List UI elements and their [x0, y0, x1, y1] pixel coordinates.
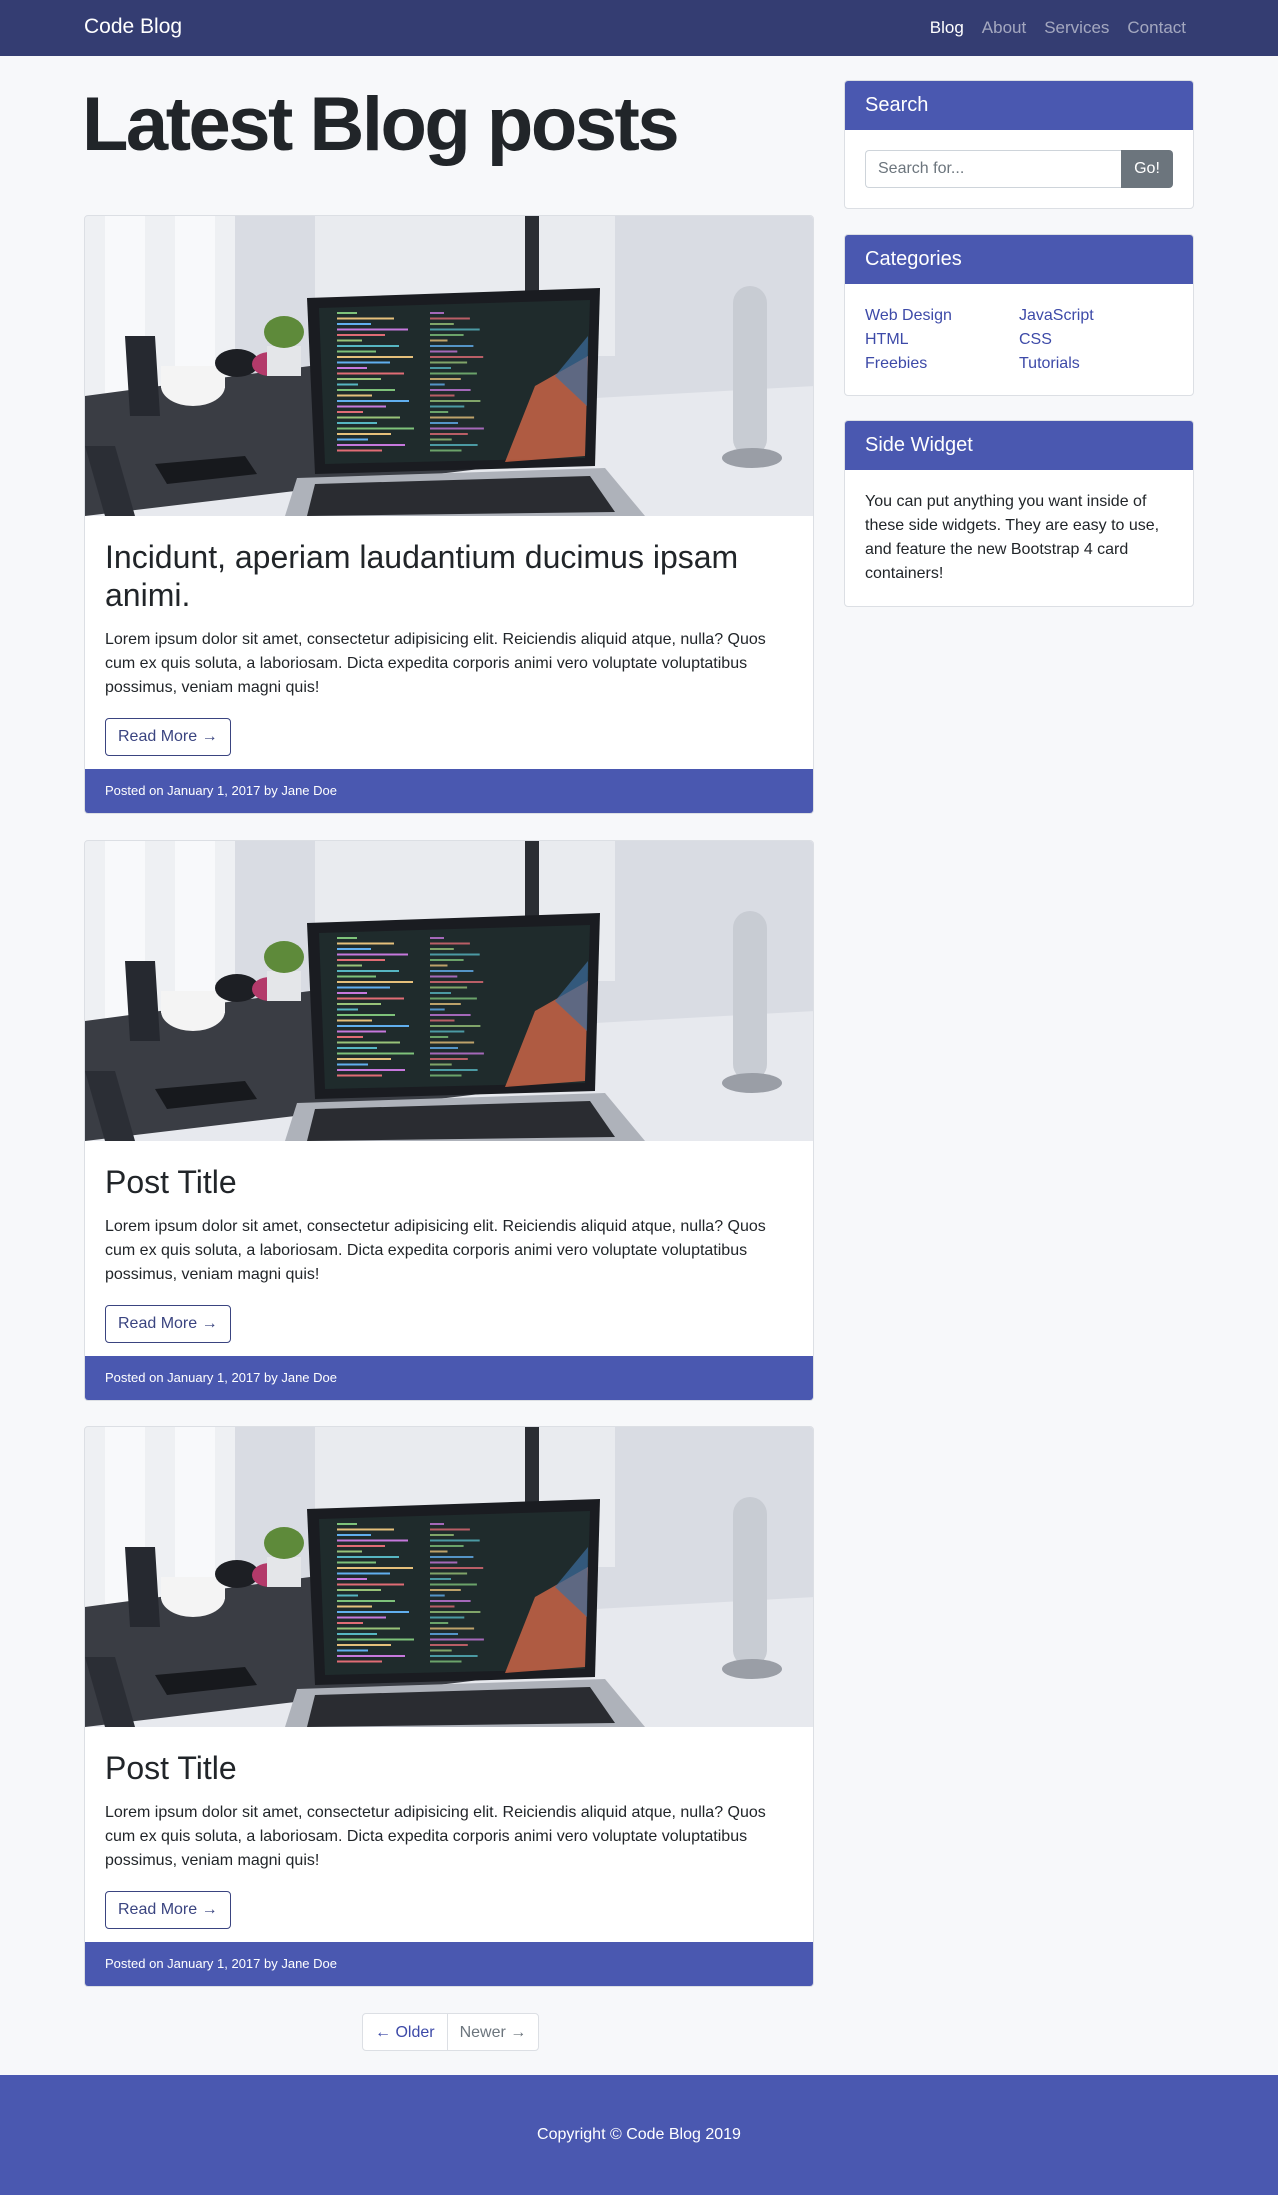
post-card: Post Title Lorem ipsum dolor sit amet, c…	[84, 1426, 814, 1987]
speaker-shape	[733, 911, 767, 1081]
search-widget: Search Go!	[844, 80, 1194, 209]
category-link-web-design[interactable]: Web Design	[865, 304, 1019, 328]
post-body: Incidunt, aperiam laudantium ducimus ips…	[85, 516, 813, 756]
nav-link-about[interactable]: About	[982, 18, 1026, 38]
pagination: ← Older Newer →	[362, 2013, 540, 2051]
side-widget-text: You can put anything you want inside of …	[865, 493, 1160, 582]
side-widget-title: Side Widget	[845, 421, 1193, 470]
side-widget: Side Widget You can put anything you wan…	[844, 420, 1194, 607]
categories-widget: Categories Web Design HTML Freebies Java…	[844, 234, 1194, 396]
category-link-html[interactable]: HTML	[865, 328, 1019, 352]
search-widget-title: Search	[845, 81, 1193, 130]
older-posts-link[interactable]: ← Older	[363, 2014, 447, 2050]
category-link-freebies[interactable]: Freebies	[865, 352, 1019, 376]
plant-pot-shape	[267, 346, 301, 376]
laptop-photo	[85, 841, 813, 1141]
plant-pot-shape	[267, 971, 301, 1001]
category-link-css[interactable]: CSS	[1019, 328, 1173, 352]
speaker-shape	[733, 1497, 767, 1667]
read-more-button[interactable]: Read More →	[105, 1891, 231, 1929]
navbar: Code Blog Blog About Services Contact	[0, 0, 1278, 56]
laptop-photo	[85, 1427, 813, 1727]
nav-link-contact[interactable]: Contact	[1127, 18, 1186, 38]
post-card: Post Title Lorem ipsum dolor sit amet, c…	[84, 840, 814, 1401]
speaker-shape	[733, 286, 767, 456]
post-meta: Posted on January 1, 2017 by Jane Doe	[85, 1942, 813, 1986]
post-image[interactable]	[85, 841, 813, 1141]
category-link-javascript[interactable]: JavaScript	[1019, 304, 1173, 328]
site-footer: Copyright © Code Blog 2019	[0, 2075, 1278, 2195]
post-image[interactable]	[85, 1427, 813, 1727]
post-card: Incidunt, aperiam laudantium ducimus ips…	[84, 215, 814, 814]
read-more-button[interactable]: Read More →	[105, 1305, 231, 1343]
post-excerpt: Lorem ipsum dolor sit amet, consectetur …	[105, 631, 766, 696]
plant-pot-shape	[267, 1557, 301, 1587]
read-more-button[interactable]: Read More →	[105, 718, 231, 756]
newer-posts-link[interactable]: Newer →	[446, 2014, 539, 2050]
post-body: Post Title Lorem ipsum dolor sit amet, c…	[85, 1141, 813, 1343]
post-meta: Posted on January 1, 2017 by Jane Doe	[85, 1356, 813, 1400]
post-title[interactable]: Post Title	[105, 1163, 793, 1201]
post-image[interactable]	[85, 216, 813, 516]
post-meta: Posted on January 1, 2017 by Jane Doe	[85, 769, 813, 813]
categories-widget-title: Categories	[845, 235, 1193, 284]
search-go-button[interactable]: Go!	[1121, 150, 1173, 188]
nav-link-services[interactable]: Services	[1044, 18, 1109, 38]
nav-links: Blog About Services Contact	[912, 18, 1186, 38]
categories-grid: Web Design HTML Freebies JavaScript CSS …	[845, 284, 1193, 394]
search-row: Go!	[865, 150, 1173, 188]
category-link-tutorials[interactable]: Tutorials	[1019, 352, 1173, 376]
post-body: Post Title Lorem ipsum dolor sit amet, c…	[85, 1727, 813, 1929]
copyright-text: Copyright © Code Blog 2019	[537, 2126, 741, 2143]
post-title[interactable]: Incidunt, aperiam laudantium ducimus ips…	[105, 538, 793, 614]
laptop-photo	[85, 216, 813, 516]
post-title[interactable]: Post Title	[105, 1749, 793, 1787]
brand-link[interactable]: Code Blog	[84, 15, 182, 39]
page-title: Latest Blog posts	[82, 82, 680, 167]
search-input[interactable]	[865, 150, 1121, 188]
nav-link-blog[interactable]: Blog	[930, 18, 964, 38]
post-excerpt: Lorem ipsum dolor sit amet, consectetur …	[105, 1804, 766, 1869]
post-excerpt: Lorem ipsum dolor sit amet, consectetur …	[105, 1218, 766, 1283]
